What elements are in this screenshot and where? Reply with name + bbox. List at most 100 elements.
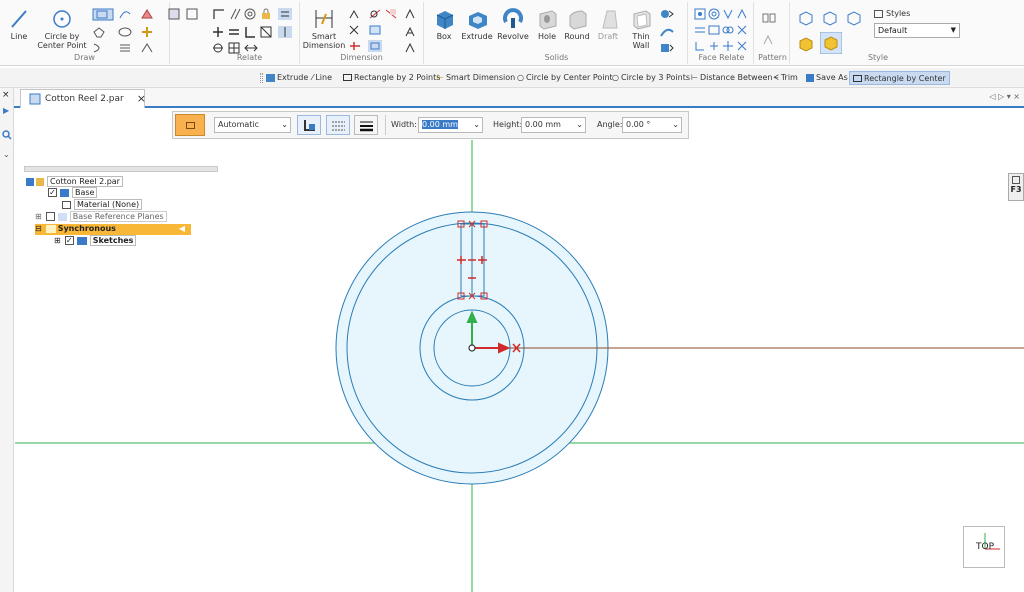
- chevron-down-icon[interactable]: ⌄: [3, 150, 10, 159]
- perpendicular-face-icon[interactable]: [708, 40, 720, 52]
- view-cube-icon[interactable]: [798, 10, 814, 26]
- expand-pane-icon[interactable]: ▶: [3, 106, 9, 115]
- shaded-edges-icon[interactable]: [820, 32, 842, 54]
- view-cube[interactable]: TOP: [963, 526, 1005, 568]
- angle-icon[interactable]: [348, 24, 360, 36]
- document-tab[interactable]: Cotton Reel 2.par ×: [20, 89, 146, 108]
- polygon-icon[interactable]: [92, 26, 106, 38]
- coplanar-icon[interactable]: [694, 8, 706, 20]
- angle-dim-icon[interactable]: [368, 8, 382, 20]
- aligned-face-icon[interactable]: [722, 40, 734, 52]
- extrude-button[interactable]: Extrude: [460, 8, 494, 41]
- tangent-face-icon[interactable]: [736, 8, 748, 20]
- tree-synchronous[interactable]: ⊟ Synchronous ◀: [35, 224, 191, 235]
- origin-point[interactable]: [468, 344, 476, 352]
- line-type-button[interactable]: [326, 115, 350, 135]
- cmd-trim[interactable]: ᗕ Trim: [773, 71, 798, 85]
- sketches-checkbox[interactable]: ✓: [64, 236, 74, 245]
- ground-face-icon[interactable]: [736, 24, 748, 36]
- styles-dropdown[interactable]: Default ▼: [874, 23, 960, 38]
- cmd-smart-dim[interactable]: ⊢ Smart Dimension: [437, 71, 515, 85]
- coordinate-icon[interactable]: [384, 8, 398, 20]
- dim-style-icon[interactable]: [368, 40, 382, 52]
- point-icon[interactable]: [140, 26, 154, 38]
- rigid-icon[interactable]: [260, 26, 272, 38]
- arc-icon[interactable]: [118, 8, 132, 20]
- base-checkbox[interactable]: ✓: [48, 188, 57, 197]
- symmetric-icon[interactable]: [278, 26, 292, 38]
- cmd-extrude[interactable]: Extrude: [266, 71, 308, 85]
- symmetric-dim-icon[interactable]: [368, 24, 382, 36]
- line-weight-icon: [360, 121, 373, 132]
- ellipse-icon[interactable]: [118, 26, 132, 38]
- view-right-icon[interactable]: [846, 10, 862, 26]
- shaded-icon[interactable]: [798, 36, 814, 52]
- distance-icon[interactable]: [348, 8, 360, 20]
- parallel-icon[interactable]: [228, 8, 242, 20]
- tangent-icon[interactable]: [212, 26, 224, 38]
- line-weight-button[interactable]: [354, 115, 378, 135]
- fill-icon[interactable]: [140, 8, 154, 20]
- rigid-face-icon[interactable]: [722, 24, 734, 36]
- parallel-face-icon[interactable]: [694, 24, 706, 36]
- tree-material[interactable]: Material (None): [62, 199, 143, 210]
- cmd-line[interactable]: ⁄ Line: [312, 71, 332, 85]
- tree-sketches[interactable]: ⊞ ✓ Sketches: [54, 235, 137, 246]
- close-pane-icon[interactable]: ×: [2, 90, 10, 100]
- blend-icon[interactable]: [660, 8, 674, 20]
- cmd-circle-3pt[interactable]: ○ Circle by 3 Points: [612, 71, 690, 85]
- box-button[interactable]: Box: [430, 8, 458, 41]
- angle-input[interactable]: 0.00 ° ⌄: [622, 117, 682, 133]
- symmetric-face-icon[interactable]: [722, 8, 734, 20]
- draft-button[interactable]: Draft: [594, 8, 622, 41]
- perpendicular-icon[interactable]: [244, 26, 256, 38]
- circle-by-center-button[interactable]: Circle by Center Point: [36, 8, 88, 50]
- style-fill-button[interactable]: [297, 115, 321, 135]
- line-button[interactable]: Line: [4, 8, 34, 41]
- hole-button[interactable]: Hole: [532, 8, 562, 41]
- tab-nav-arrows[interactable]: ◁ ▷ ▾ ×: [989, 92, 1020, 101]
- graphics-window[interactable]: Cotton Reel 2.par ✓ Base Material (None) …: [15, 110, 1024, 592]
- pattern-icon[interactable]: [762, 12, 778, 24]
- revolve-button[interactable]: Revolve: [496, 8, 530, 41]
- rectangle-icon[interactable]: [92, 8, 114, 21]
- mode-dropdown[interactable]: Automatic ⌄: [214, 117, 291, 133]
- thin-wall-button[interactable]: Thin Wall: [626, 8, 656, 50]
- cmd-save-as[interactable]: Save As: [806, 71, 848, 85]
- expand-icon[interactable]: ⊞: [54, 236, 61, 245]
- persist-icon[interactable]: [736, 40, 748, 52]
- connect-icon[interactable]: [212, 8, 226, 20]
- view-front-icon[interactable]: [822, 10, 838, 26]
- offset-face-icon[interactable]: [708, 24, 720, 36]
- tree-root[interactable]: Cotton Reel 2.par: [26, 176, 123, 187]
- smart-dimension-button[interactable]: Smart Dimension: [302, 8, 346, 50]
- equal-icon[interactable]: [278, 8, 292, 20]
- text-dim-icon[interactable]: [404, 8, 416, 20]
- mirror-pattern-icon[interactable]: [762, 34, 778, 46]
- horizontal-icon[interactable]: [228, 26, 240, 38]
- concentric-face-icon[interactable]: [708, 8, 720, 20]
- round-button[interactable]: Round: [562, 8, 592, 41]
- chamfer-dim-icon[interactable]: [348, 40, 362, 52]
- width-input[interactable]: 0.00 mm ⌄: [418, 117, 483, 133]
- close-icon[interactable]: ×: [137, 90, 146, 108]
- tree-ref-planes[interactable]: ⊞ Base Reference Planes: [35, 211, 167, 222]
- include-icon[interactable]: [186, 8, 198, 20]
- sweep-icon[interactable]: [660, 26, 674, 38]
- expand-icon[interactable]: ⊞: [35, 212, 42, 221]
- cmd-circle-center[interactable]: ○ Circle by Center Point: [517, 71, 613, 85]
- collapse-icon[interactable]: ⊟: [35, 224, 42, 233]
- project-icon[interactable]: [168, 8, 180, 20]
- search-icon[interactable]: [2, 130, 12, 140]
- lock-icon[interactable]: [260, 8, 272, 20]
- concentric-icon[interactable]: [244, 8, 256, 20]
- cmd-rect-center[interactable]: Rectangle by Center: [849, 71, 950, 85]
- options-button[interactable]: [175, 114, 205, 136]
- cmd-distance[interactable]: ⊢ Distance Between: [691, 71, 773, 85]
- height-input[interactable]: 0.00 mm ⌄: [521, 117, 586, 133]
- cmd-rect-2pt[interactable]: Rectangle by 2 Points: [343, 71, 440, 85]
- horizontal-face-icon[interactable]: [694, 40, 706, 52]
- annotate-icon[interactable]: [404, 26, 416, 38]
- planes-checkbox[interactable]: [45, 212, 55, 221]
- tree-base[interactable]: ✓ Base: [48, 187, 98, 198]
